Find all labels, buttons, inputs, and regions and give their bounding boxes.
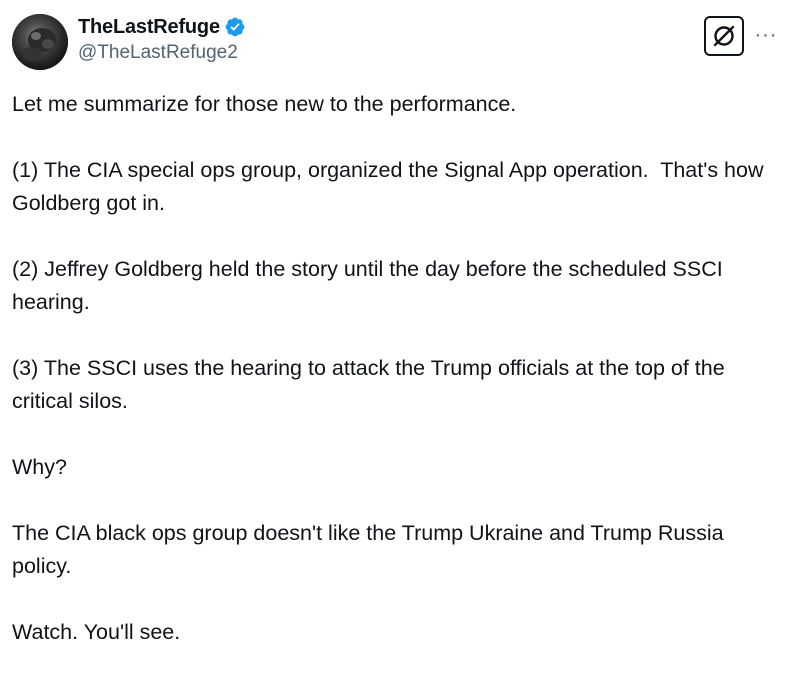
tweet-text: Let me summarize for those new to the pe… [12, 88, 787, 682]
verified-badge-icon[interactable] [224, 16, 246, 38]
tweet-paragraph: Why? [12, 455, 67, 479]
more-options-button[interactable]: ··· [751, 20, 781, 50]
tweet-paragraph: (1) The CIA special ops group, organized… [12, 158, 770, 215]
tweet-paragraph: (3) The SSCI uses the hearing to attack … [12, 356, 731, 413]
grok-button[interactable] [704, 16, 744, 56]
more-icon: ··· [754, 23, 778, 46]
tweet-paragraph: The CIA black ops group doesn't like the… [12, 521, 730, 578]
handle[interactable]: @TheLastRefuge2 [78, 42, 246, 64]
display-name[interactable]: TheLastRefuge [78, 16, 220, 39]
tweet-paragraph: Let me summarize for those new to the pe… [12, 92, 517, 116]
tweet-paragraph: (2) Jeffrey Goldberg held the story unti… [12, 257, 729, 314]
tweet: TheLastRefuge @TheLastRefuge2 ··· Let me… [0, 0, 793, 656]
tweet-header: TheLastRefuge @TheLastRefuge2 ··· [12, 12, 781, 72]
grok-icon [713, 25, 735, 47]
display-name-row: TheLastRefuge [78, 14, 246, 40]
avatar-image [12, 14, 68, 70]
avatar[interactable] [12, 14, 68, 70]
author-names: TheLastRefuge @TheLastRefuge2 [78, 14, 246, 64]
tweet-paragraph: Watch. You'll see. [12, 620, 181, 644]
